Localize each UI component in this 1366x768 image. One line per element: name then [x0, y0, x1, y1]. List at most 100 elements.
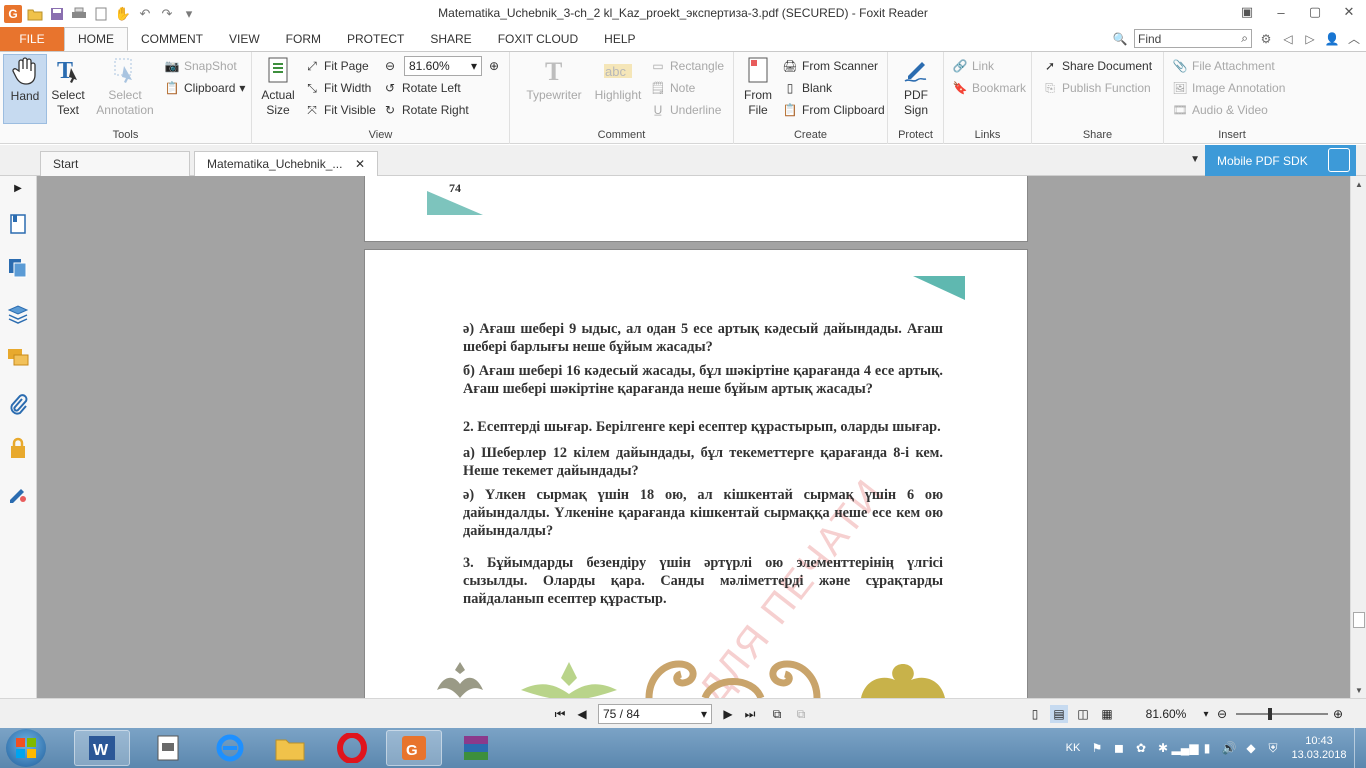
typewriter-button[interactable]: T Typewriter — [524, 54, 584, 103]
pages-panel-icon[interactable] — [6, 256, 30, 280]
save-icon[interactable] — [48, 5, 66, 23]
user-icon[interactable]: 👤 — [1324, 31, 1340, 47]
undo-icon[interactable]: ↶ — [136, 5, 154, 23]
print-icon[interactable] — [70, 5, 88, 23]
tab-form[interactable]: FORM — [273, 27, 334, 51]
next-page-icon[interactable]: ▶ — [720, 705, 736, 723]
highlight-button[interactable]: abc Highlight — [590, 54, 646, 103]
audio-video-button[interactable]: 🎞 Audio & Video — [1172, 100, 1267, 120]
vertical-scrollbar[interactable]: ▲ ▼ — [1350, 176, 1366, 698]
close-tab-icon[interactable]: ✕ — [355, 157, 365, 171]
minimize-button[interactable]: – — [1264, 0, 1298, 24]
tab-home[interactable]: HOME — [64, 27, 128, 51]
tray-flower-icon[interactable]: ✿ — [1130, 737, 1152, 759]
tab-comment[interactable]: COMMENT — [128, 27, 216, 51]
attachments-panel-icon[interactable] — [6, 392, 30, 416]
zoom-in-icon[interactable]: ⊕ — [1330, 705, 1346, 723]
start-button[interactable] — [6, 729, 46, 767]
taskbar-word[interactable]: W — [74, 730, 130, 766]
security-lock-icon[interactable] — [6, 436, 30, 460]
fit-width-button[interactable]: ⤡ Fit Width — [304, 78, 371, 98]
file-attachment-button[interactable]: 📎 File Attachment — [1172, 56, 1275, 76]
layers-panel-icon[interactable] — [6, 302, 30, 326]
scroll-down-icon[interactable]: ▼ — [1351, 682, 1366, 698]
customize-qat-icon[interactable]: ▾ — [180, 5, 198, 23]
taskbar-opera[interactable] — [324, 730, 380, 766]
document-view[interactable]: 74 НЕ ДЛЯ ПЕЧАТИ ә) Ағаш шебері 9 ыдыс, … — [37, 176, 1350, 698]
hand-small-icon[interactable]: ✋ — [114, 5, 132, 23]
close-button[interactable]: ✕ — [1332, 0, 1366, 24]
settings-gear-icon[interactable]: ⚙ — [1258, 31, 1274, 47]
image-annotation-button[interactable]: 🖼 Image Annotation — [1172, 78, 1285, 98]
link-button[interactable]: 🔗 Link — [952, 56, 995, 76]
note-button[interactable]: 🗒 Note — [650, 78, 695, 98]
scroll-thumb[interactable] — [1353, 612, 1365, 628]
bookmark-button[interactable]: 🔖 Bookmark — [952, 78, 1027, 98]
from-scanner-button[interactable]: 🖨 From Scanner — [782, 56, 878, 76]
antivirus-icon[interactable]: ◆ — [1240, 737, 1262, 759]
share-document-button[interactable]: ➚ Share Document — [1042, 56, 1152, 76]
flag-icon[interactable]: ⚑ — [1086, 737, 1108, 759]
volume-icon[interactable]: 🔊 — [1218, 737, 1240, 759]
tab-help[interactable]: HELP — [591, 27, 648, 51]
taskbar-winrar[interactable] — [448, 730, 504, 766]
prev-result-icon[interactable]: ◁ — [1280, 31, 1296, 47]
find-options-icon[interactable]: 🔍 — [1112, 31, 1128, 47]
next-result-icon[interactable]: ▷ — [1302, 31, 1318, 47]
ribbon-options-icon[interactable]: ▣ — [1230, 0, 1264, 24]
open-icon[interactable] — [26, 5, 44, 23]
continuous-facing-icon[interactable]: ▦ — [1098, 705, 1116, 723]
rotate-right-button[interactable]: ↻ Rotate Right — [382, 100, 469, 120]
taskbar-foxit[interactable]: G — [386, 730, 442, 766]
taskbar-notepad[interactable] — [140, 730, 196, 766]
zoom-slider[interactable] — [1236, 708, 1328, 720]
pdf-sign-button[interactable]: PDF Sign — [896, 54, 936, 118]
redo-icon[interactable]: ↷ — [158, 5, 176, 23]
single-page-icon[interactable]: ▯ — [1026, 705, 1044, 723]
fit-visible-button[interactable]: ⤧ Fit Visible — [304, 100, 376, 120]
battery-icon[interactable]: ▮ — [1196, 737, 1218, 759]
tab-protect[interactable]: PROTECT — [334, 27, 417, 51]
continuous-page-icon[interactable]: ▤ — [1050, 705, 1068, 723]
doc-tab-start[interactable]: Start — [40, 151, 190, 176]
language-indicator[interactable]: KK — [1060, 742, 1086, 754]
underline-button[interactable]: U̲ Underline — [650, 100, 722, 120]
tab-view[interactable]: VIEW — [216, 27, 273, 51]
page-number-input[interactable]: 75 / 84 ▾ — [598, 704, 712, 724]
find-input[interactable]: Find ⌕ — [1134, 29, 1252, 48]
tray-app-icon[interactable]: ◼ — [1108, 737, 1130, 759]
clipboard-button[interactable]: 📋 Clipboard ▾ — [164, 78, 246, 98]
from-clipboard-button[interactable]: 📋 From Clipboard — [782, 100, 885, 120]
rectangle-button[interactable]: ▭ Rectangle — [650, 56, 724, 76]
scroll-up-icon[interactable]: ▲ — [1351, 176, 1366, 192]
tab-file[interactable]: FILE — [0, 27, 64, 51]
from-file-button[interactable]: From File — [740, 54, 776, 118]
shield-icon[interactable]: ⛨ — [1262, 737, 1284, 759]
signature-panel-icon[interactable] — [6, 482, 30, 506]
signal-icon[interactable]: ▂▄▆ — [1172, 737, 1199, 759]
expand-panel-icon[interactable]: ▶ — [6, 180, 30, 196]
collapse-ribbon-icon[interactable]: ︿ — [1346, 31, 1362, 47]
tab-share[interactable]: SHARE — [417, 27, 484, 51]
select-annotation-button[interactable]: Select Annotation — [92, 54, 158, 118]
page-icon[interactable] — [92, 5, 110, 23]
taskbar-ie[interactable] — [202, 730, 258, 766]
zoom-out-button[interactable]: ⊖ — [382, 56, 398, 76]
search-icon[interactable]: ⌕ — [1241, 31, 1248, 46]
taskbar-explorer[interactable] — [262, 730, 318, 766]
select-text-button[interactable]: T Select Text — [48, 54, 88, 118]
mobile-pdf-sdk-banner[interactable]: Mobile PDF SDK — [1205, 145, 1356, 176]
previous-view-icon[interactable]: ⧉ — [768, 705, 786, 723]
comments-panel-icon[interactable] — [6, 346, 30, 370]
prev-page-icon[interactable]: ◀ — [574, 705, 590, 723]
zoom-slider-knob[interactable] — [1268, 708, 1272, 720]
foxit-logo-icon[interactable]: G — [4, 4, 22, 23]
facing-page-icon[interactable]: ◫ — [1074, 705, 1092, 723]
snapshot-button[interactable]: 📷 SnapShot — [164, 56, 237, 76]
last-page-icon[interactable]: ⏭ — [742, 705, 758, 723]
rotate-left-button[interactable]: ↺ Rotate Left — [382, 78, 461, 98]
next-view-icon[interactable]: ⧉ — [792, 705, 810, 723]
tab-list-dropdown-icon[interactable]: ▼ — [1190, 154, 1200, 165]
zoom-in-button[interactable]: ⊕ — [486, 56, 502, 76]
first-page-icon[interactable]: ⏮ — [552, 705, 568, 723]
